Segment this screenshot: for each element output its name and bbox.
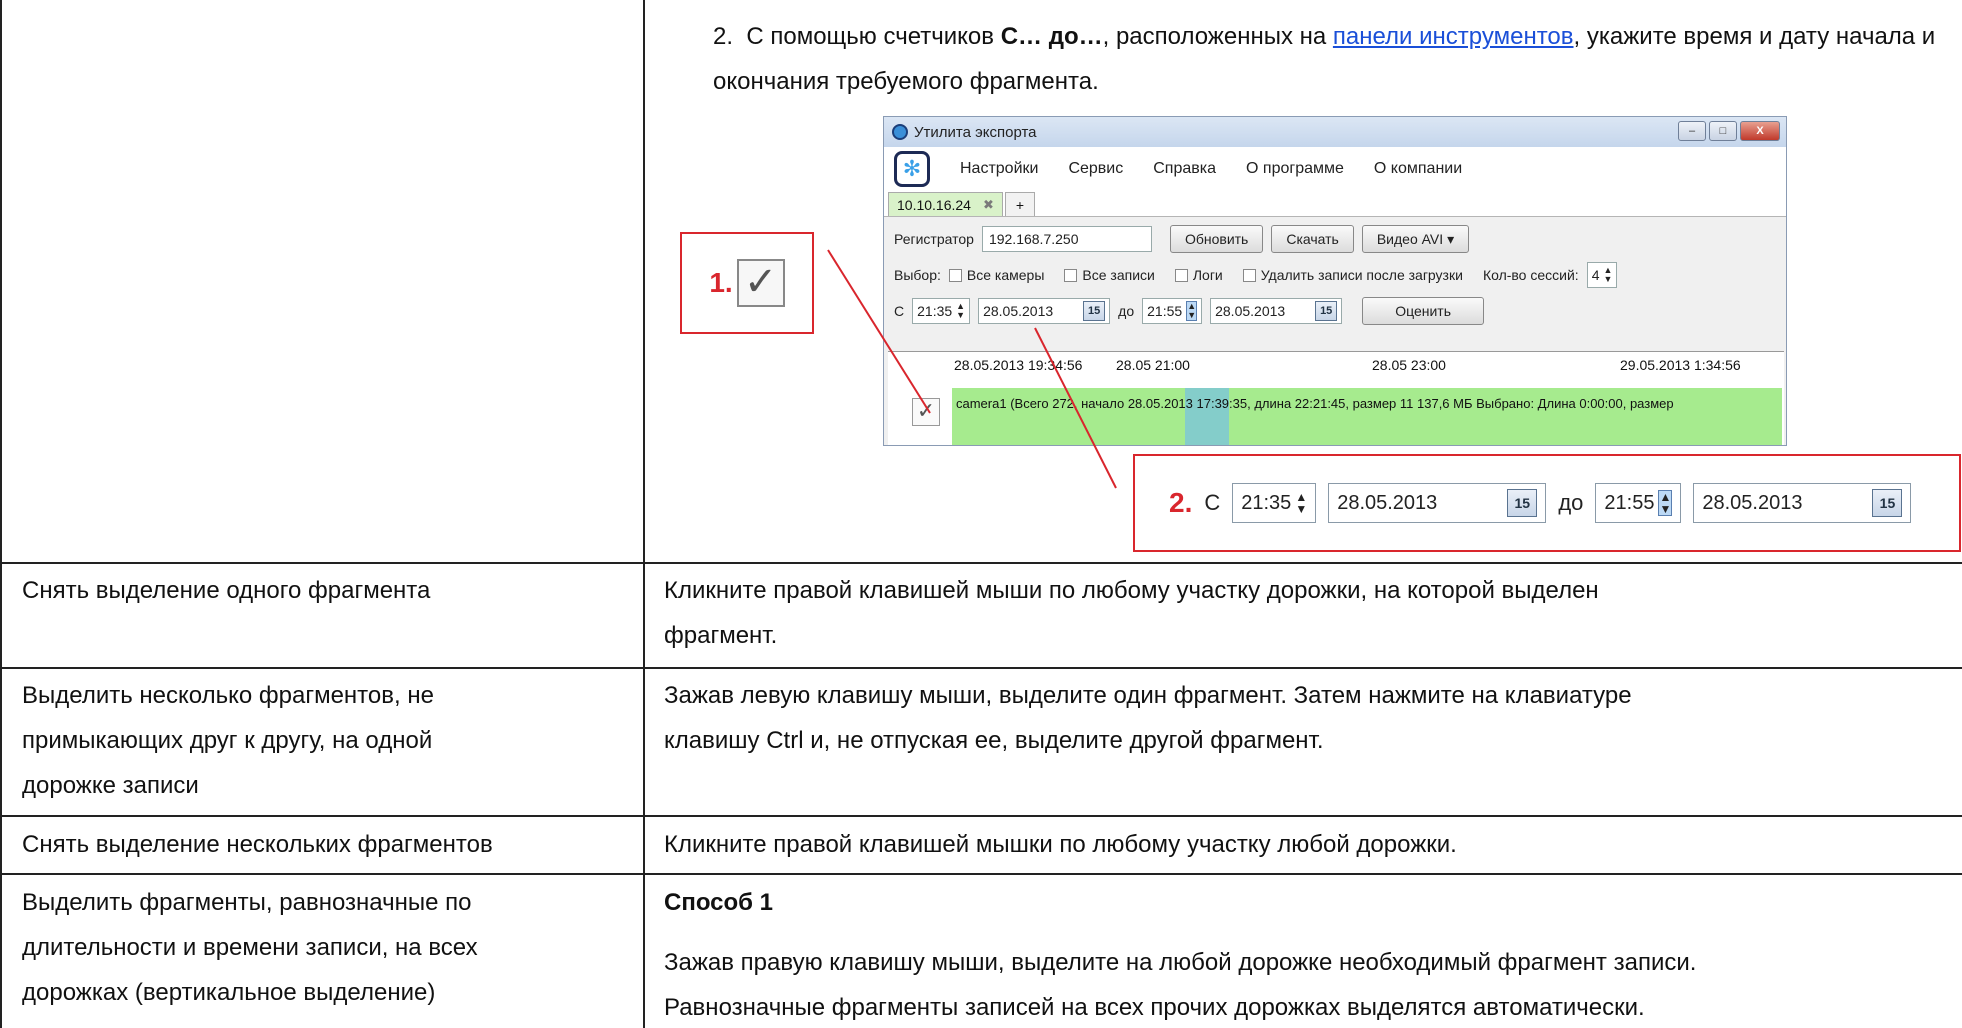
menu-bar: ✻ Настройки Сервис Справка О программе О… [884,147,1786,191]
toolbar-link[interactable]: панели инструментов [1333,23,1574,50]
timeline: 28.05.2013 19:34:56 28.05 21:00 28.05 23… [888,351,1784,445]
to-date-picker[interactable]: 28.05.2013 15 [1693,483,1912,523]
tab-strip: 10.10.16.24 ✖ + [884,191,1786,217]
maximize-button[interactable]: □ [1709,121,1737,141]
action-cell: Снять выделение нескольких фрагментов [22,831,493,858]
spin-icon[interactable]: ▲ ▼ [956,302,965,320]
tab-registrar[interactable]: 10.10.16.24 ✖ [888,192,1003,216]
action-cell: Выделить несколько фрагментов, не примык… [22,682,434,799]
timeline-tick: 28.05 21:00 [1116,357,1190,373]
registrar-label: Регистратор [894,231,974,247]
registrar-input[interactable]: 192.168.7.250 [981,226,1152,252]
download-button[interactable]: Скачать [1271,225,1354,253]
menu-help[interactable]: Справка [1153,160,1216,178]
registrar-row: Регистратор 192.168.7.250 Обновить Скача… [884,221,1786,257]
format-dropdown[interactable]: Видео AVI ▾ [1361,225,1470,253]
spin-icon[interactable]: ▲ ▼ [1658,490,1673,516]
all-records-checkbox[interactable]: Все записи [1064,267,1155,283]
chevron-down-icon: ▾ [1447,230,1455,247]
calendar-icon[interactable]: 15 [1315,301,1338,321]
to-label: до [1558,490,1584,515]
description-cell: Кликните правой клавишей мышки по любому… [664,831,1457,858]
timeline-tick: 29.05.2013 1:34:56 [1620,357,1741,373]
menu-about-program[interactable]: О программе [1246,160,1344,178]
to-time-stepper[interactable]: 21:55 ▲ ▼ [1142,298,1203,324]
to-time-stepper[interactable]: 21:55 ▲ ▼ [1595,483,1682,523]
row-divider [0,815,1962,817]
callout-time-range: 2. С 21:35 ▲ ▼ 28.05.2013 15 до 21:55 ▲ ▼ 28.… [1133,454,1961,552]
estimate-button[interactable]: Оценить [1362,297,1484,325]
action-cell: Выделить фрагменты, равнозначные по длит… [22,889,478,1006]
app-icon [892,124,908,140]
camera-track[interactable]: camera1 (Всего 272, начало 28.05.2013 17… [952,388,1782,445]
description-cell: Зажав правую клавишу мыши, выделите на л… [664,949,1697,1021]
close-button[interactable]: X [1740,121,1780,141]
row-divider [0,562,1962,564]
callout-number: 2. [1169,487,1193,518]
menu-about-company[interactable]: О компании [1374,160,1462,178]
window-title: Утилита экспорта [914,123,1037,141]
callout-checkbox: 1. ✓ [680,232,814,334]
track-checkbox[interactable]: ✓ [912,398,940,426]
step-number: 2. [713,23,734,50]
timeline-tick: 28.05.2013 19:34:56 [954,357,1083,373]
calendar-icon[interactable]: 15 [1872,489,1903,517]
from-date-picker[interactable]: 28.05.2013 15 [978,298,1111,324]
from-time-stepper[interactable]: 21:35 ▲ ▼ [912,298,971,324]
logs-checkbox[interactable]: Логи [1174,267,1223,283]
refresh-button[interactable]: Обновить [1169,225,1264,253]
row-divider [0,873,1962,875]
method-heading: Способ 1 [664,889,774,916]
step-2-text: 2. С помощью счетчиков С… до…, расположе… [713,23,1936,95]
window-titlebar: Утилита экспорта – □ X [884,117,1786,147]
from-label: С [1204,490,1221,515]
calendar-icon[interactable]: 15 [1507,489,1538,517]
to-label: до [1118,303,1135,319]
menu-service[interactable]: Сервис [1068,160,1123,178]
spin-icon[interactable]: ▲ ▼ [1603,266,1612,284]
checkbox-icon: ✓ [736,259,785,307]
row-divider [0,667,1962,669]
sessions-label: Кол-во сессий: [1482,267,1579,283]
to-date-picker[interactable]: 28.05.2013 15 [1210,298,1343,324]
timeline-ticks: 28.05.2013 19:34:56 28.05 21:00 28.05 23… [952,352,1782,380]
export-utility-screenshot: Утилита экспорта – □ X ✻ Настройки Серви… [883,116,1787,446]
selection-row: Выбор: Все камеры Все записи Логи Удалит… [884,257,1786,293]
add-tab-button[interactable]: + [1004,192,1036,216]
all-cameras-checkbox[interactable]: Все камеры [948,267,1044,283]
delete-after-download-checkbox[interactable]: Удалить записи после загрузки [1242,267,1463,283]
description-cell: Зажав левую клавишу мыши, выделите один … [664,682,1632,754]
select-label: Выбор: [894,267,941,283]
close-tab-icon[interactable]: ✖ [983,197,994,213]
from-time-stepper[interactable]: 21:35 ▲ ▼ [1232,483,1317,523]
counters-label: С… до… [1000,23,1103,50]
spin-icon[interactable]: ▲ ▼ [1295,491,1307,515]
logo-icon: ✻ [894,151,930,187]
timeline-tick: 28.05 23:00 [1372,357,1446,373]
track-info: camera1 (Всего 272, начало 28.05.2013 17… [956,396,1674,411]
menu-settings[interactable]: Настройки [960,160,1038,178]
time-range-row: С 21:35 ▲ ▼ 28.05.2013 15 до 21:55 ▲ ▼ 28.05.… [884,293,1786,329]
minimize-button[interactable]: – [1678,121,1706,141]
instruction-table: 2. С помощью счетчиков С… до…, расположе… [0,0,1962,1028]
spin-icon[interactable]: ▲ ▼ [1186,301,1198,321]
calendar-icon[interactable]: 15 [1083,301,1106,321]
from-label: С [894,303,905,319]
callout-number: 1. [709,267,733,298]
action-cell: Снять выделение одного фрагмента [22,577,431,604]
from-date-picker[interactable]: 28.05.2013 15 [1328,483,1547,523]
sessions-stepper[interactable]: 4 ▲ ▼ [1586,262,1618,288]
description-cell: Кликните правой клавишей мыши по любому … [664,577,1599,649]
